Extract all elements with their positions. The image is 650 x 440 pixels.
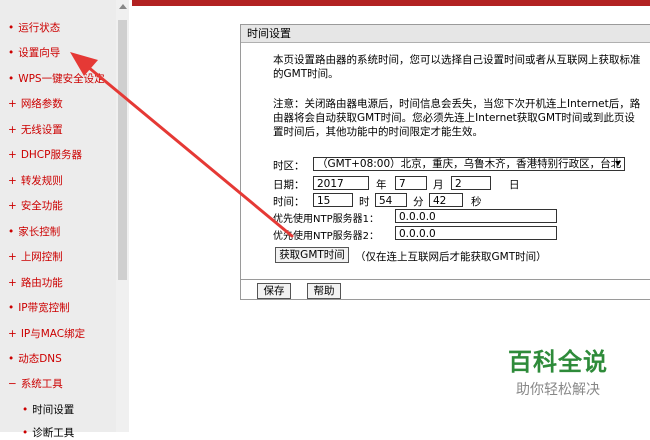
sidebar-item-ddns[interactable]: • 动态DNS bbox=[8, 351, 62, 366]
sidebar-subitem-diagnostics[interactable]: • 诊断工具 bbox=[22, 425, 74, 440]
month-input[interactable]: 7 bbox=[395, 176, 427, 190]
time-settings-panel: 时间设置 本页设置路由器的系统时间，您可以选择自己设置时间或者从互联网上获取标准… bbox=[240, 24, 650, 300]
time-label: 时间： bbox=[273, 196, 305, 208]
sidebar-scrollbar[interactable] bbox=[116, 0, 129, 432]
sidebar-item-system-tools[interactable]: − 系统工具 bbox=[8, 376, 63, 391]
sidebar-item-bandwidth[interactable]: • IP带宽控制 bbox=[8, 300, 70, 315]
sidebar-subitem-time-settings[interactable]: • 时间设置 bbox=[22, 402, 74, 417]
ntp1-label: 优先使用NTP服务器1： bbox=[273, 214, 379, 225]
help-button[interactable]: 帮助 bbox=[307, 283, 341, 299]
sidebar-item-routing[interactable]: + 路由功能 bbox=[8, 275, 63, 290]
top-banner-bar bbox=[132, 0, 650, 6]
second-input[interactable]: 42 bbox=[429, 193, 463, 207]
sidebar-item-security[interactable]: + 安全功能 bbox=[8, 198, 63, 213]
ntp1-input[interactable]: 0.0.0.0 bbox=[395, 209, 557, 223]
sidebar-item-dhcp[interactable]: + DHCP服务器 bbox=[8, 147, 82, 162]
second-unit-label: 秒 bbox=[471, 196, 482, 208]
scroll-up-arrow-icon[interactable] bbox=[119, 4, 127, 9]
sidebar-item-access-control[interactable]: + 上网控制 bbox=[8, 249, 63, 264]
sidebar-item-wps[interactable]: • WPS一键安全设定 bbox=[8, 71, 105, 86]
save-button[interactable]: 保存 bbox=[257, 283, 291, 299]
get-gmt-note: （仅在连上互联网后才能获取GMT时间） bbox=[355, 251, 547, 263]
ntp2-label: 优先使用NTP服务器2： bbox=[273, 231, 379, 242]
minute-input[interactable]: 54 bbox=[375, 193, 407, 207]
watermark-title: 百科全说 bbox=[508, 348, 608, 376]
sidebar: • 运行状态 • 设置向导 • WPS一键安全设定 + 网络参数 + 无线设置 + DHCP… bbox=[0, 0, 116, 439]
sidebar-item-wireless[interactable]: + 无线设置 bbox=[8, 122, 63, 137]
sidebar-item-network[interactable]: + 网络参数 bbox=[8, 96, 63, 111]
minute-unit-label: 分 bbox=[413, 196, 424, 208]
day-input[interactable]: 2 bbox=[451, 176, 491, 190]
notice-text: 注意：关闭路由器电源后，时间信息会丢失，当您下次开机连上Internet后，路由… bbox=[273, 98, 641, 138]
hour-unit-label: 时 bbox=[359, 196, 370, 208]
date-label: 日期： bbox=[273, 179, 305, 191]
sidebar-item-status[interactable]: • 运行状态 bbox=[8, 20, 60, 35]
get-gmt-time-button[interactable]: 获取GMT时间 bbox=[275, 247, 349, 263]
day-unit-label: 日 bbox=[509, 179, 520, 191]
panel-footer-divider bbox=[241, 279, 650, 280]
watermark-subtitle: 助你轻松解决 bbox=[516, 382, 600, 398]
sidebar-item-parental[interactable]: • 家长控制 bbox=[8, 224, 60, 239]
month-unit-label: 月 bbox=[433, 179, 444, 191]
sidebar-item-setup-wizard[interactable]: • 设置向导 bbox=[8, 45, 60, 60]
intro-text: 本页设置路由器的系统时间，您可以选择自己设置时间或者从互联网上获取标准的GMT时… bbox=[273, 54, 641, 80]
watermark: 百科全说 助你轻松解决 bbox=[478, 342, 638, 399]
ntp2-input[interactable]: 0.0.0.0 bbox=[395, 226, 557, 240]
hour-input[interactable]: 15 bbox=[313, 193, 353, 207]
timezone-label: 时区： bbox=[273, 160, 305, 172]
dropdown-arrow-icon bbox=[615, 161, 621, 166]
timezone-select[interactable]: （GMT+08:00）北京，重庆，乌鲁木齐，香港特别行政区，台北 bbox=[313, 157, 625, 171]
year-input[interactable]: 2017 bbox=[313, 176, 369, 190]
year-unit-label: 年 bbox=[376, 179, 387, 191]
sidebar-item-ip-mac[interactable]: + IP与MAC绑定 bbox=[8, 326, 85, 341]
scrollbar-thumb[interactable] bbox=[118, 20, 127, 280]
panel-title: 时间设置 bbox=[241, 25, 650, 43]
sidebar-item-forwarding[interactable]: + 转发规则 bbox=[8, 173, 63, 188]
